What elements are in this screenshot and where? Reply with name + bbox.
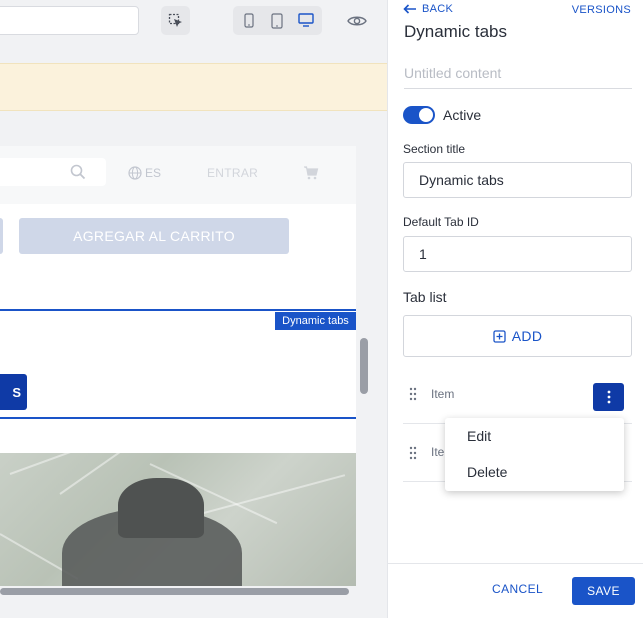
hat-crown-shape <box>118 478 204 538</box>
preview-toggle-button[interactable] <box>343 7 371 35</box>
add-tab-button[interactable]: ADD <box>403 315 632 357</box>
kebab-menu-icon <box>607 390 610 404</box>
edit-menu-item[interactable]: Edit <box>467 428 491 444</box>
cart-icon[interactable] <box>303 166 319 180</box>
drag-handle-icon[interactable] <box>409 387 417 401</box>
back-button[interactable]: BACK <box>403 3 453 15</box>
preview-area: ES ENTRAR AGREGAR AL CARRITO Dynamic tab… <box>0 0 387 618</box>
site-preview: ES ENTRAR AGREGAR AL CARRITO Dynamic tab… <box>0 146 356 586</box>
section-title-input[interactable]: Dynamic tabs <box>403 162 632 198</box>
back-label: BACK <box>422 3 454 15</box>
add-label: ADD <box>511 328 543 344</box>
item-options-button[interactable] <box>593 383 624 411</box>
active-label: Active <box>443 107 482 123</box>
hero-image <box>0 453 356 586</box>
select-tool-button[interactable] <box>161 6 190 35</box>
language-label: ES <box>145 166 162 180</box>
plus-square-icon <box>493 329 506 343</box>
language-selector[interactable]: ES <box>128 166 161 180</box>
default-tab-label: Default Tab ID <box>403 215 479 229</box>
selection-outline-bottom <box>0 417 356 419</box>
panel-title: Dynamic tabs <box>404 22 507 41</box>
preview-url-input[interactable] <box>0 6 139 35</box>
default-tab-input[interactable]: 1 <box>403 236 632 272</box>
desktop-icon <box>298 13 314 27</box>
panel-footer: CANCEL SAVE <box>388 563 643 618</box>
save-button[interactable]: SAVE <box>572 577 635 605</box>
drag-handle-icon[interactable] <box>409 446 417 460</box>
search-icon <box>70 164 86 180</box>
eye-icon <box>347 16 367 26</box>
mobile-view-button[interactable] <box>236 9 262 33</box>
editor-panel: BACK VERSIONS Dynamic tabs Untitled cont… <box>387 0 643 618</box>
cancel-button[interactable]: CANCEL <box>492 582 543 596</box>
selection-outline-top <box>0 309 356 311</box>
vertical-scrollbar[interactable] <box>360 338 368 394</box>
globe-icon <box>128 166 142 180</box>
site-header: ES ENTRAR <box>0 146 356 204</box>
tab-item-label: Item <box>431 387 455 401</box>
active-toggle[interactable] <box>403 106 435 124</box>
desktop-view-button[interactable] <box>293 9 319 33</box>
login-link[interactable]: ENTRAR <box>207 166 258 180</box>
add-to-cart-button[interactable]: AGREGAR AL CARRITO <box>19 218 289 254</box>
preview-tab-button[interactable]: S <box>0 374 27 410</box>
device-switcher <box>233 6 322 35</box>
preview-secondary-button[interactable] <box>0 218 3 254</box>
section-title-label: Section title <box>403 142 466 156</box>
notice-banner <box>0 63 387 111</box>
tablet-icon <box>271 12 284 29</box>
delete-menu-item[interactable]: Delete <box>467 464 507 480</box>
arrow-left-icon <box>403 4 416 14</box>
versions-button[interactable]: VERSIONS <box>572 4 631 16</box>
mobile-icon <box>244 13 254 28</box>
content-name-input[interactable]: Untitled content <box>404 60 632 89</box>
selected-component-tag[interactable]: Dynamic tabs <box>275 312 356 330</box>
tab-list-label: Tab list <box>403 289 447 305</box>
tablet-view-button[interactable] <box>264 9 290 33</box>
cursor-select-icon <box>168 13 182 27</box>
active-toggle-row: Active <box>403 106 481 124</box>
item-context-menu: Edit Delete <box>445 418 624 491</box>
horizontal-scrollbar[interactable] <box>0 588 349 595</box>
site-search-input[interactable] <box>0 158 106 186</box>
